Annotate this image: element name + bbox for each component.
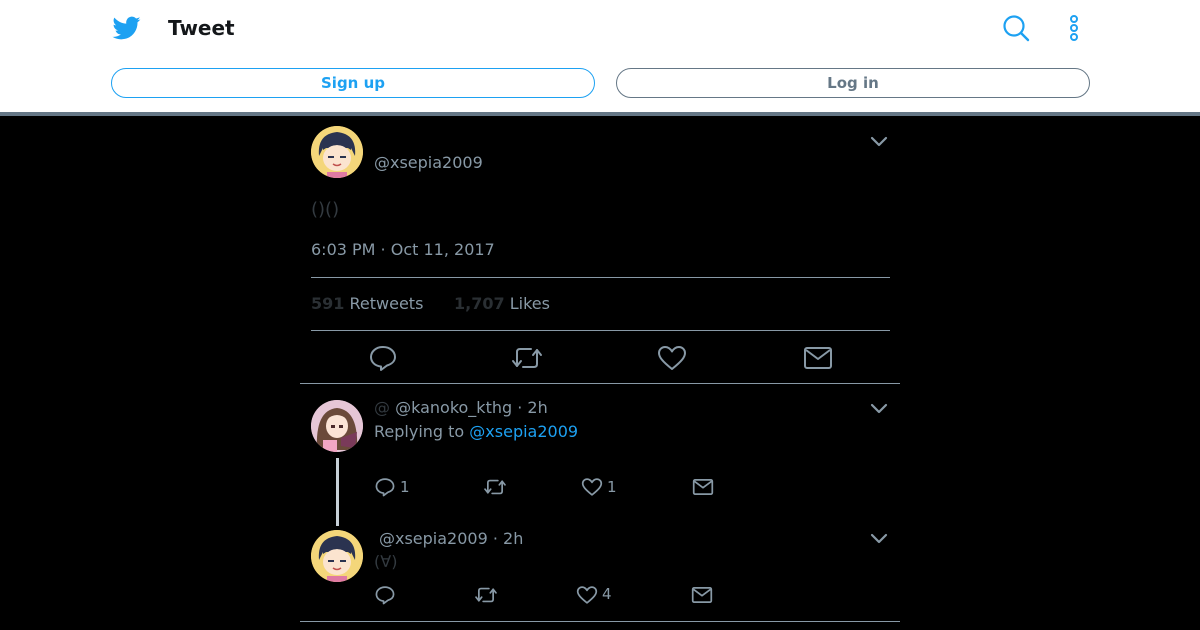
tweet-author-handle[interactable]: @xsepia2009 [374, 153, 483, 173]
chevron-down-icon[interactable] [869, 134, 889, 148]
reply-icon[interactable] [369, 344, 397, 372]
avatar[interactable] [311, 530, 363, 582]
avatar-illustration-icon [311, 126, 363, 178]
thread-connector [336, 458, 339, 526]
retweet-icon[interactable] [474, 585, 498, 605]
sign-up-button[interactable]: Sign up [111, 68, 595, 98]
replying-to-handle-link[interactable]: @xsepia2009 [469, 422, 578, 441]
reply-count: 1 [400, 478, 410, 496]
tweet-thread: @xsepia2009 ()() 6:03 PM · Oct 11, 2017 … [300, 116, 900, 630]
retweets-stat[interactable]: 591 Retweets [311, 294, 423, 314]
twitter-bird-icon[interactable] [112, 14, 142, 42]
reply-header: @ @kanoko_kthg · 2h [374, 398, 548, 418]
likes-count: 1,707 [454, 294, 505, 313]
reply-icon[interactable] [374, 585, 396, 605]
divider [300, 383, 900, 384]
avatar[interactable] [311, 126, 363, 178]
like-icon[interactable] [576, 585, 598, 605]
replying-to-label: Replying to [374, 422, 465, 441]
reply-time[interactable]: · 2h [493, 529, 524, 548]
replying-to-line: Replying to @xsepia2009 [374, 422, 578, 442]
search-icon[interactable] [1002, 14, 1030, 42]
retweets-label: Retweets [349, 294, 424, 313]
avatar-illustration-icon [311, 530, 363, 582]
chevron-down-icon[interactable] [869, 401, 889, 415]
top-bar: Tweet Sign up Log in [0, 0, 1200, 112]
like-count: 4 [602, 585, 612, 603]
page-title: Tweet [168, 16, 235, 40]
retweet-icon[interactable] [511, 344, 543, 372]
divider [311, 330, 890, 331]
avatar-illustration-icon [311, 400, 363, 452]
reply-at-symbol: @ [374, 398, 390, 417]
like-icon[interactable] [657, 344, 687, 372]
likes-stat[interactable]: 1,707 Likes [454, 294, 550, 314]
message-icon[interactable] [692, 477, 714, 497]
reply-text: (∀) [374, 552, 398, 571]
reply-time[interactable]: · 2h [517, 398, 548, 417]
message-icon[interactable] [691, 585, 713, 605]
likes-label: Likes [509, 294, 550, 313]
log-in-button[interactable]: Log in [616, 68, 1090, 98]
tweet-text: ()() [311, 199, 340, 220]
divider [300, 621, 900, 622]
reply-author-handle[interactable]: @xsepia2009 [379, 529, 488, 548]
reply-author-handle[interactable]: @kanoko_kthg [395, 398, 512, 417]
like-icon[interactable] [581, 477, 603, 497]
like-count: 1 [607, 478, 617, 496]
retweet-icon[interactable] [483, 477, 507, 497]
retweets-count: 591 [311, 294, 345, 313]
more-vertical-icon[interactable] [1062, 14, 1086, 42]
message-icon[interactable] [803, 344, 833, 372]
divider [311, 277, 890, 278]
reply-icon[interactable] [374, 477, 396, 497]
reply-header: @xsepia2009 · 2h [379, 529, 523, 549]
chevron-down-icon[interactable] [869, 531, 889, 545]
tweet-timestamp[interactable]: 6:03 PM · Oct 11, 2017 [311, 240, 495, 260]
avatar[interactable] [311, 400, 363, 452]
